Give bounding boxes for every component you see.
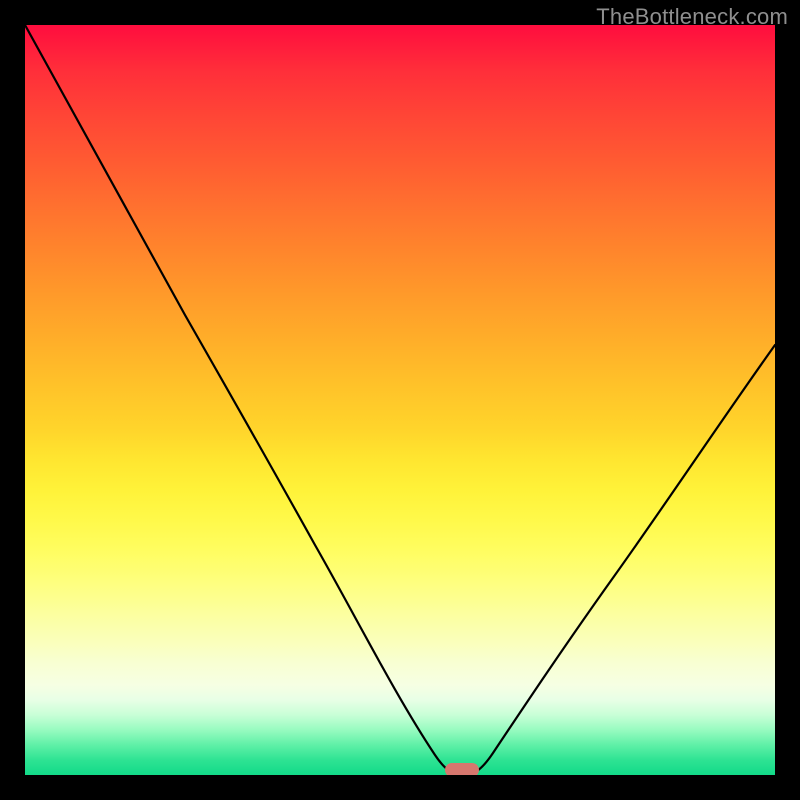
bottleneck-curve <box>25 25 775 775</box>
plot-area <box>25 25 775 775</box>
chart-frame: TheBottleneck.com <box>0 0 800 800</box>
chart-svg <box>25 25 775 775</box>
watermark-label: TheBottleneck.com <box>596 4 788 30</box>
optimal-marker <box>445 763 479 775</box>
